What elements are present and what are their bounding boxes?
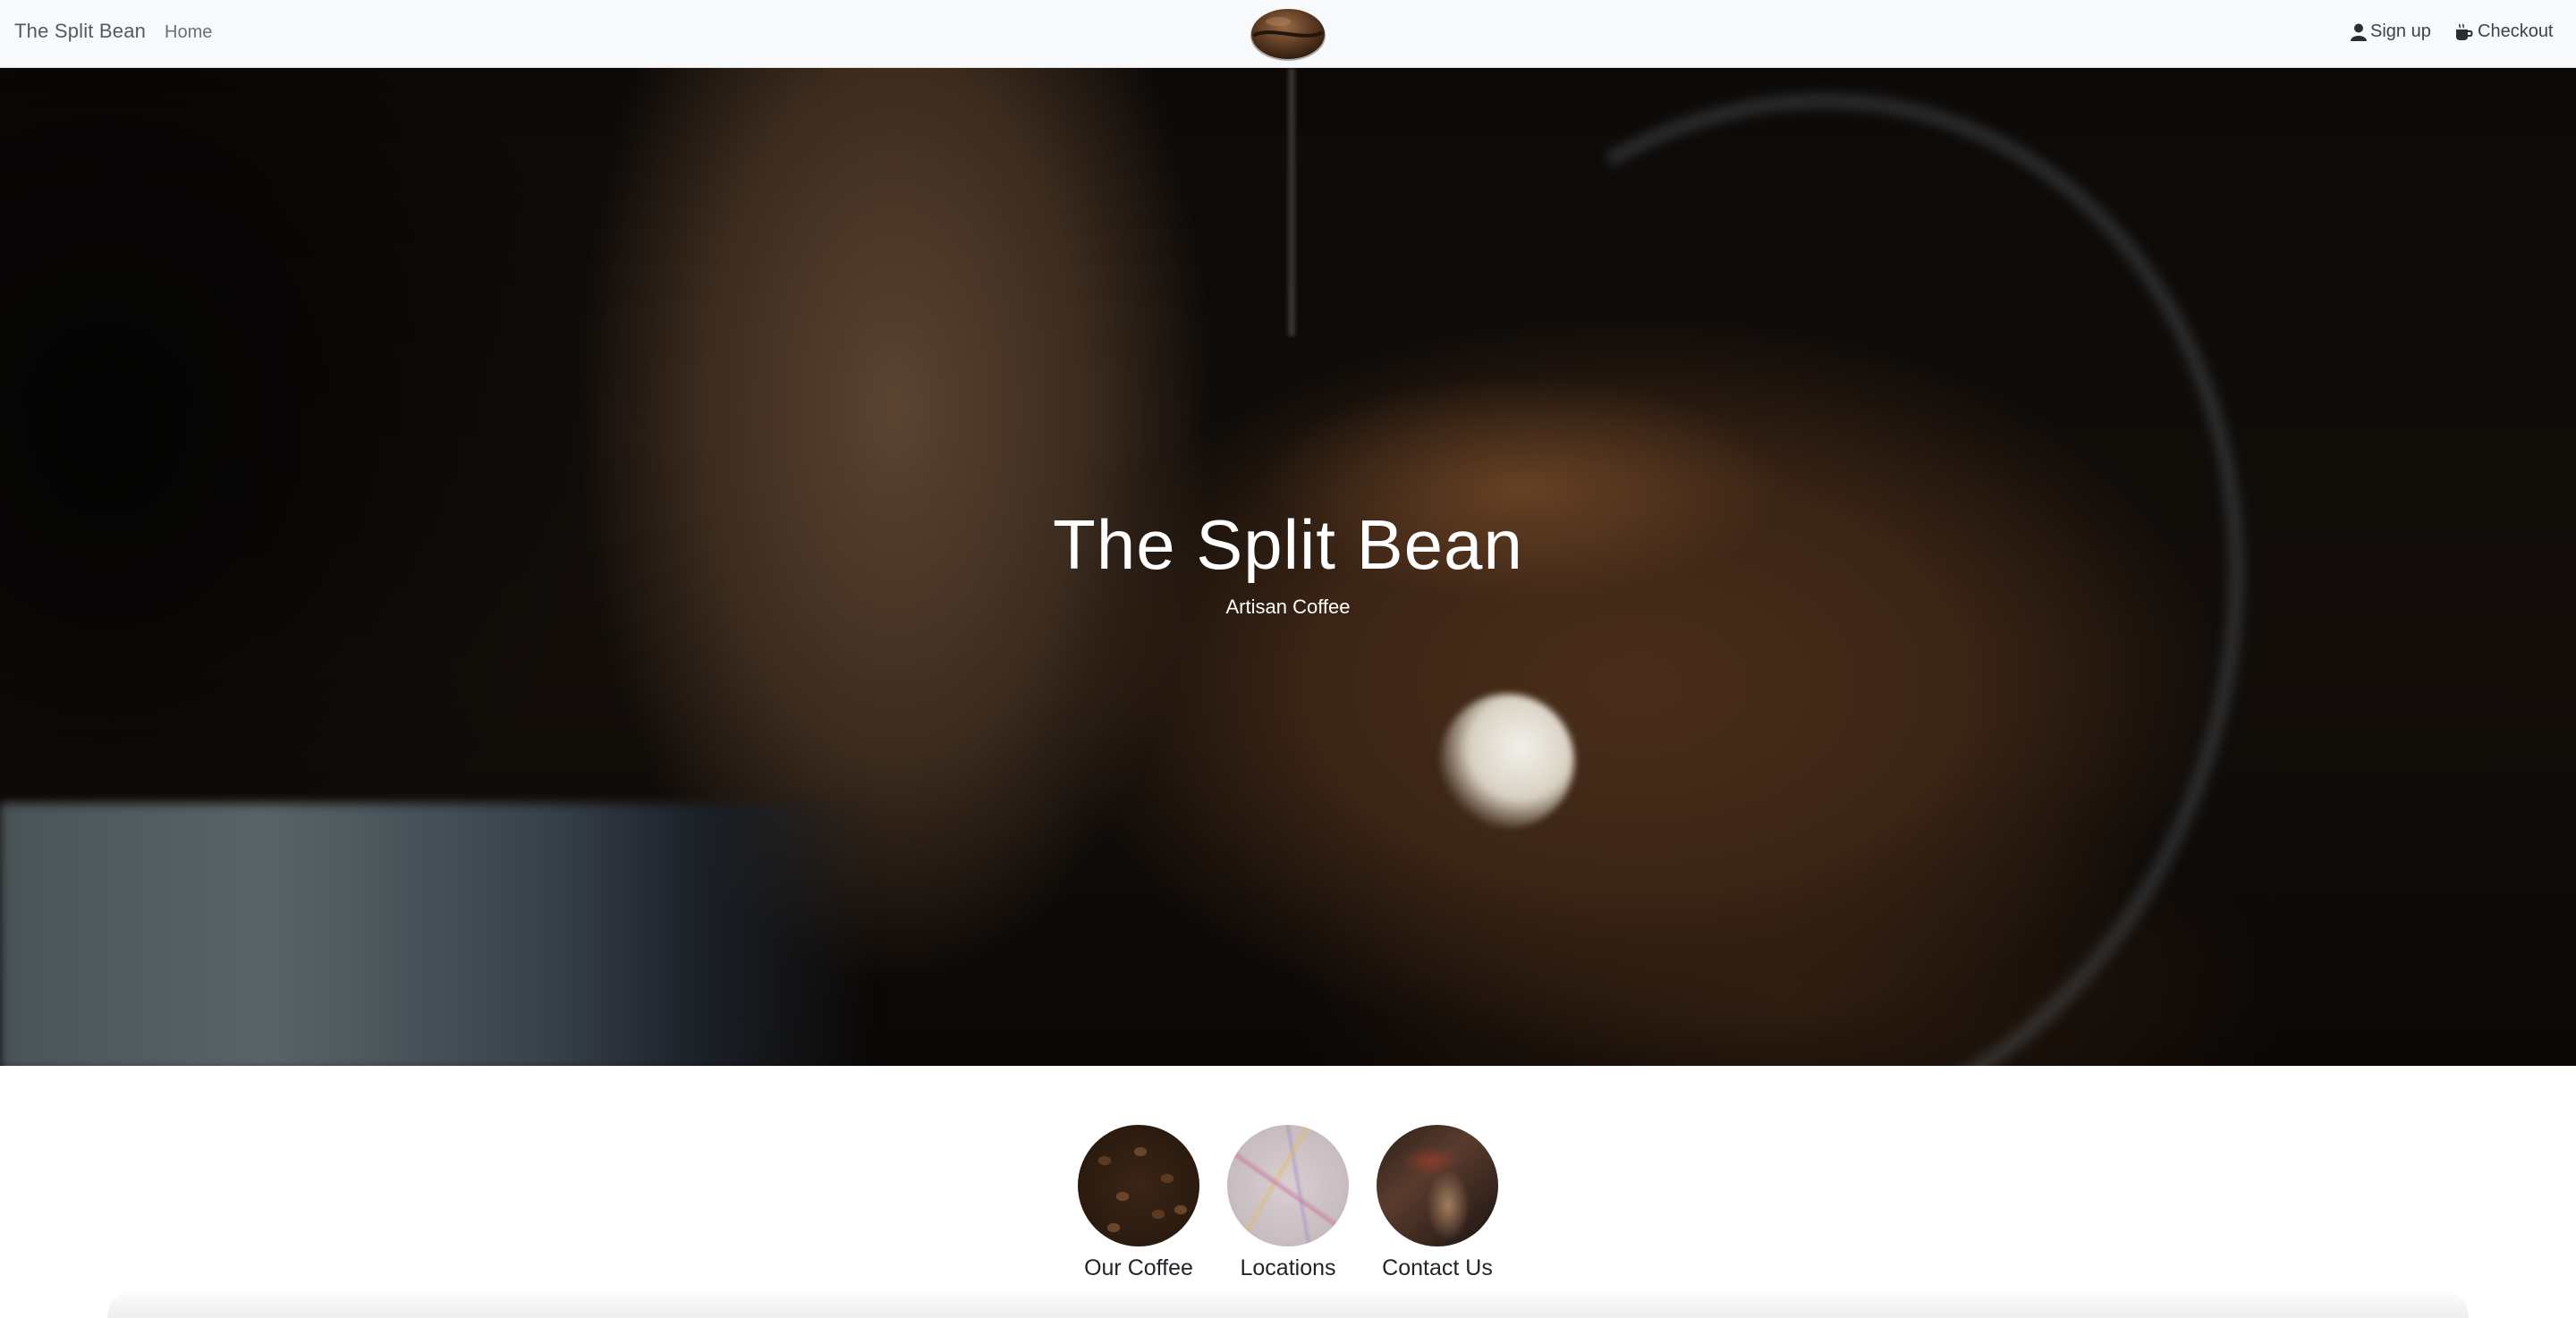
coffee-bean-logo-icon[interactable] <box>1250 5 1326 63</box>
signup-link[interactable]: Sign up <box>2351 21 2431 42</box>
feature-our-coffee[interactable]: Our Coffee <box>1072 1125 1206 1281</box>
content-card-edge <box>107 1288 2469 1318</box>
hero-milk-splash <box>1440 694 1574 828</box>
checkout-link[interactable]: Checkout <box>2454 21 2554 42</box>
hero-cup-shape <box>0 803 877 1066</box>
contact-image-icon <box>1377 1125 1498 1246</box>
feature-label: Contact Us <box>1382 1255 1493 1280</box>
feature-locations[interactable]: Locations <box>1221 1125 1355 1281</box>
navbar: The Split Bean Home Sign up Checkout <box>0 0 2576 68</box>
hero-title: The Split Bean <box>1053 505 1523 584</box>
coffee-beans-image-icon <box>1078 1125 1199 1246</box>
feature-label: Locations <box>1240 1255 1336 1280</box>
brand-link[interactable]: The Split Bean <box>14 20 146 43</box>
hero-milk-stream <box>1288 68 1295 336</box>
nav-home-link[interactable]: Home <box>165 22 212 43</box>
hero-subtitle: Artisan Coffee <box>1225 596 1351 618</box>
feature-label: Our Coffee <box>1084 1255 1193 1280</box>
hero-banner: The Split Bean Artisan Coffee <box>0 68 2576 1066</box>
hero-shadow <box>0 68 626 801</box>
user-icon <box>2351 23 2367 41</box>
feature-contact-us[interactable]: Contact Us <box>1370 1125 1504 1281</box>
map-image-icon <box>1227 1125 1349 1246</box>
checkout-label: Checkout <box>2478 21 2554 41</box>
coffee-cup-icon <box>2456 23 2473 40</box>
signup-label: Sign up <box>2370 21 2431 41</box>
